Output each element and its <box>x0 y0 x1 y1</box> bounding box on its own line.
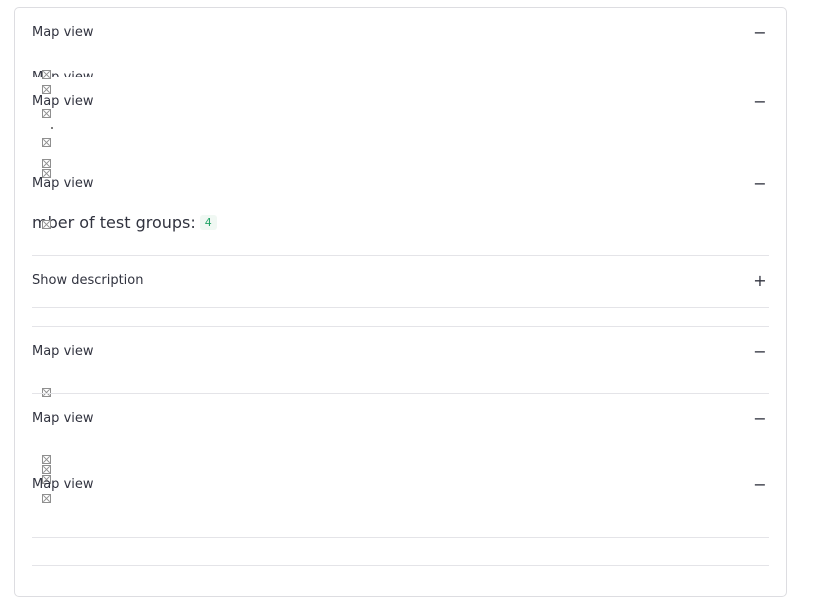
map-view-expander-3-label[interactable]: Map view <box>32 176 94 191</box>
broken-image-icon <box>42 109 51 118</box>
divider <box>32 565 769 566</box>
show-description-expander-label[interactable]: Show description <box>32 273 144 288</box>
collapse-icon[interactable]: − <box>752 94 768 110</box>
broken-image-icon <box>42 138 51 147</box>
broken-image-icon <box>42 70 51 79</box>
test-groups-summary: mber of test groups: 4 <box>32 213 217 232</box>
map-view-expander-6-label[interactable]: Map view <box>32 477 94 492</box>
broken-image-icon <box>42 85 51 94</box>
divider <box>32 255 769 256</box>
divider <box>32 307 769 308</box>
map-view-expander-2-label[interactable]: Map view <box>32 94 94 109</box>
broken-image-icon <box>42 455 51 464</box>
broken-image-icon <box>42 494 51 503</box>
divider <box>32 393 769 394</box>
collapse-icon[interactable]: − <box>752 344 768 360</box>
map-view-expander-5-label[interactable]: Map view <box>32 411 94 426</box>
broken-image-icon <box>42 220 51 229</box>
divider <box>32 537 769 538</box>
divider <box>32 326 769 327</box>
collapse-icon[interactable]: − <box>752 477 768 493</box>
test-groups-label: mber of test groups: <box>32 213 196 232</box>
map-panel <box>14 7 787 597</box>
test-groups-count-badge: 4 <box>199 215 217 230</box>
collapse-icon[interactable]: − <box>752 176 768 192</box>
map-view-expander-4-label[interactable]: Map view <box>32 344 94 359</box>
expand-icon[interactable]: + <box>752 273 768 289</box>
map-view-expander-1-label[interactable]: Map view <box>32 25 94 40</box>
stray-mark <box>51 127 53 129</box>
collapse-icon[interactable]: − <box>752 25 768 41</box>
broken-image-icon <box>42 465 51 474</box>
collapse-icon[interactable]: − <box>752 411 768 427</box>
broken-image-icon <box>42 159 51 168</box>
